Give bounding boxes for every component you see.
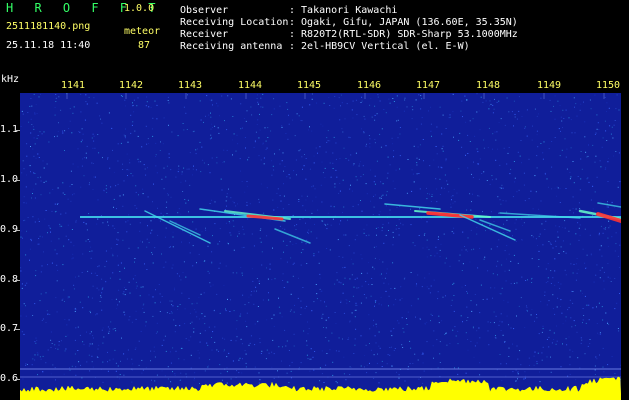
info-label-receiver: Receiver xyxy=(180,29,229,40)
frequency-unit-label: kHz xyxy=(1,74,20,85)
info-value-antenna: : 2el-HB9CV Vertical (el. E-W) xyxy=(289,41,470,52)
info-value-observer: : Takanori Kawachi xyxy=(289,5,398,16)
time-tick-label: 1143 xyxy=(178,80,203,91)
info-label-antenna: Receiving antenna xyxy=(180,41,283,52)
time-tick-label: 1141 xyxy=(61,80,86,91)
info-label-location: Receiving Location xyxy=(180,17,289,28)
time-tick-label: 1142 xyxy=(119,80,144,91)
time-tick-label: 1147 xyxy=(416,80,441,91)
time-tick-label: 1150 xyxy=(596,80,621,91)
app-version: 1.0.0 xyxy=(124,3,155,14)
time-tick-label: 1149 xyxy=(537,80,562,91)
detection-count: 87 xyxy=(138,40,151,51)
hrofft-window: H R O F F T 1.0.0 2511181140.png meteor … xyxy=(0,0,629,400)
spectrogram xyxy=(20,93,621,400)
detection-label: meteor xyxy=(124,26,161,37)
time-tick-label: 1146 xyxy=(357,80,382,91)
image-filename: 2511181140.png xyxy=(6,21,91,32)
info-value-location: : Ogaki, Gifu, JAPAN (136.60E, 35.35N) xyxy=(289,17,518,28)
time-tick-label: 1144 xyxy=(238,80,263,91)
info-label-observer: Observer xyxy=(180,5,229,16)
time-tick-label: 1148 xyxy=(476,80,501,91)
time-tick-label: 1145 xyxy=(297,80,322,91)
info-value-receiver: : R820T2(RTL-SDR) SDR-Sharp 53.1000MHz xyxy=(289,29,518,40)
capture-datetime: 25.11.18 11:40 xyxy=(6,40,91,51)
spectrogram-background xyxy=(20,93,621,400)
